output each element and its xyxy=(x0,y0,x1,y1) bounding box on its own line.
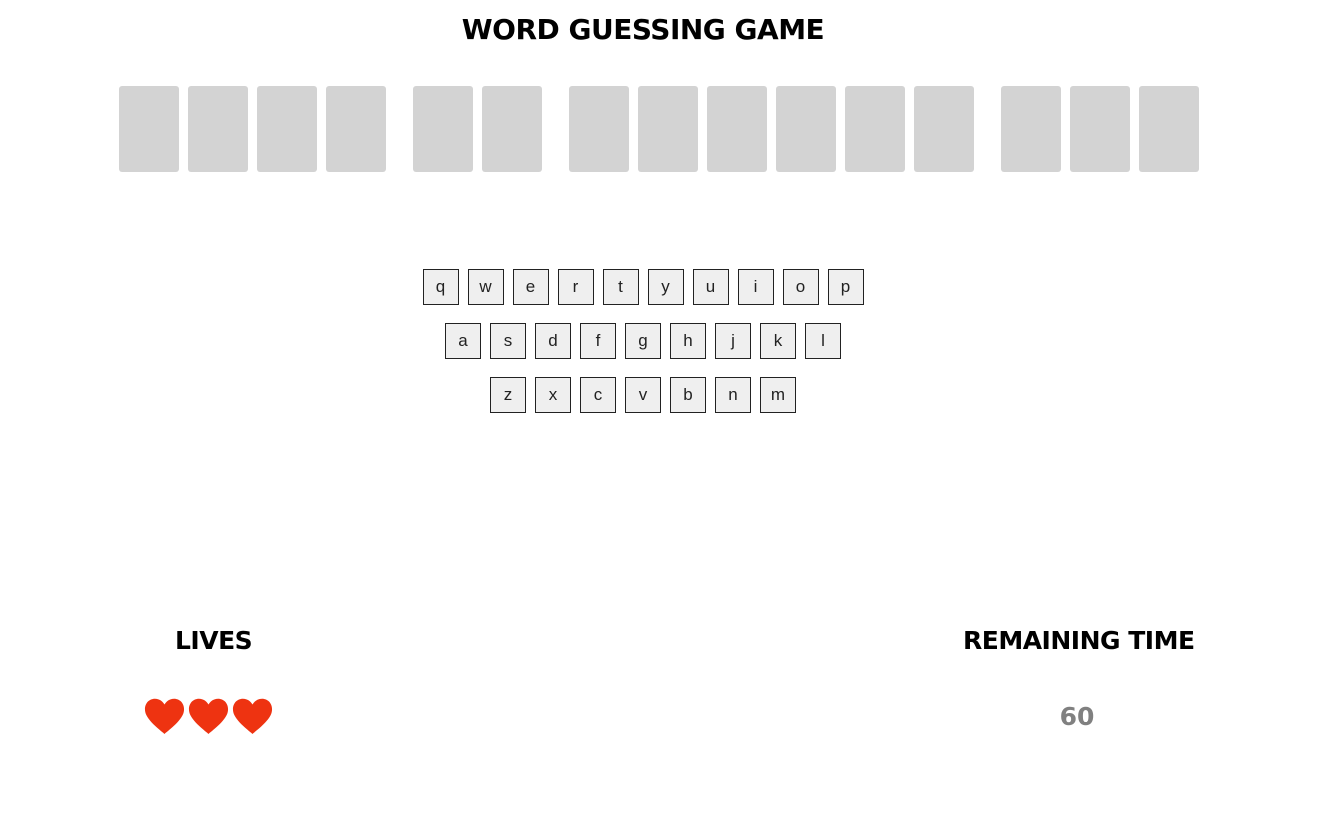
letter-slot xyxy=(413,86,473,172)
key-o[interactable]: o xyxy=(782,269,819,305)
key-m[interactable]: m xyxy=(760,377,796,413)
word-slots xyxy=(119,86,1199,172)
letter-slot xyxy=(1070,86,1130,172)
key-q[interactable]: q xyxy=(422,269,459,305)
key-l[interactable]: l xyxy=(805,323,841,359)
letter-slot xyxy=(1139,86,1199,172)
letter-slot xyxy=(845,86,905,172)
key-z[interactable]: z xyxy=(490,377,526,413)
letter-slot xyxy=(119,86,179,172)
key-v[interactable]: v xyxy=(625,377,661,413)
letter-slot xyxy=(326,86,386,172)
word-group xyxy=(119,86,386,172)
key-f[interactable]: f xyxy=(580,323,616,359)
key-w[interactable]: w xyxy=(467,269,504,305)
key-k[interactable]: k xyxy=(760,323,796,359)
key-s[interactable]: s xyxy=(490,323,526,359)
letter-slot xyxy=(707,86,767,172)
key-e[interactable]: e xyxy=(512,269,549,305)
keyboard-row: zxcvbnm xyxy=(0,377,1286,413)
keyboard-row: asdfghjkl xyxy=(0,323,1286,359)
letter-slot xyxy=(638,86,698,172)
word-group xyxy=(1001,86,1199,172)
letter-slot xyxy=(569,86,629,172)
remaining-time-value: 60 xyxy=(1059,702,1095,731)
key-r[interactable]: r xyxy=(557,269,594,305)
key-d[interactable]: d xyxy=(535,323,571,359)
key-b[interactable]: b xyxy=(670,377,706,413)
letter-slot xyxy=(1001,86,1061,172)
word-group xyxy=(413,86,542,172)
key-i[interactable]: i xyxy=(737,269,774,305)
lives-heading: LIVES xyxy=(175,626,253,655)
key-c[interactable]: c xyxy=(580,377,616,413)
heart-icon xyxy=(188,698,229,734)
heart-icon xyxy=(232,698,273,734)
game-title: WORD GUESSING GAME xyxy=(461,13,825,46)
key-a[interactable]: a xyxy=(445,323,481,359)
keyboard-row: qwertyuiop xyxy=(0,269,1286,305)
heart-icon xyxy=(144,698,185,734)
word-group xyxy=(569,86,974,172)
letter-slot xyxy=(776,86,836,172)
lives-hearts xyxy=(144,696,273,736)
key-p[interactable]: p xyxy=(827,269,864,305)
key-t[interactable]: t xyxy=(602,269,639,305)
key-x[interactable]: x xyxy=(535,377,571,413)
key-j[interactable]: j xyxy=(715,323,751,359)
letter-slot xyxy=(257,86,317,172)
key-h[interactable]: h xyxy=(670,323,706,359)
key-n[interactable]: n xyxy=(715,377,751,413)
letter-keyboard: qwertyuiop asdfghjkl zxcvbnm xyxy=(0,269,1286,431)
letter-slot xyxy=(188,86,248,172)
key-u[interactable]: u xyxy=(692,269,729,305)
letter-slot xyxy=(914,86,974,172)
letter-slot xyxy=(482,86,542,172)
key-g[interactable]: g xyxy=(625,323,661,359)
key-y[interactable]: y xyxy=(647,269,684,305)
remaining-time-heading: REMAINING TIME xyxy=(963,626,1195,655)
